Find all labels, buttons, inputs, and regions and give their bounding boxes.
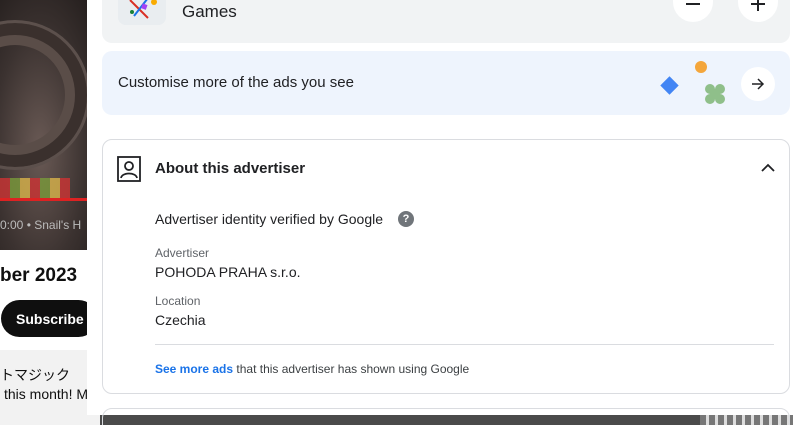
games-topic-card: Games [102, 0, 790, 43]
increase-games-button[interactable] [738, 0, 778, 22]
identity-verified-text: Advertiser identity verified by Google [155, 211, 383, 227]
turntable-disc [0, 20, 90, 170]
games-label: Games [182, 2, 237, 21]
see-more-ads-link[interactable]: See more ads [155, 362, 233, 376]
help-icon[interactable]: ? [398, 211, 414, 227]
arrow-right-icon [752, 78, 765, 90]
video-description[interactable]: トマジック this month! M [0, 350, 100, 425]
background-video-thumbnail[interactable] [0, 0, 100, 250]
about-advertiser-card: About this advertiser Advertiser identit… [102, 139, 790, 394]
video-progress-bar[interactable] [0, 198, 100, 201]
description-line-2: this month! M [4, 386, 89, 402]
subscribe-button[interactable]: Subscribe [1, 300, 97, 337]
games-thumbnail-icon [118, 0, 166, 25]
chevron-up-icon[interactable] [760, 160, 776, 176]
video-title-fragment: ber 2023 [0, 265, 78, 286]
decorative-shapes-icon [660, 61, 725, 104]
decrease-games-button[interactable] [673, 0, 713, 22]
customise-ads-arrow-button[interactable] [741, 67, 775, 101]
next-card-edge [102, 408, 790, 425]
page: 0:00 • Snail's H ber 2023 Subscribe トマジッ… [0, 0, 793, 425]
see-more-ads-text: See more ads that this advertiser has sh… [155, 362, 469, 376]
about-advertiser-title[interactable]: About this advertiser [155, 160, 305, 177]
video-stickers [0, 178, 70, 198]
location-label: Location [155, 294, 201, 308]
see-more-ads-rest: that this advertiser has shown using Goo… [236, 362, 470, 376]
divider [155, 344, 774, 345]
advertiser-value: POHODA PRAHA s.r.o. [155, 264, 301, 280]
description-line-1: トマジック [0, 367, 70, 383]
customise-ads-card[interactable]: Customise more of the ads you see [102, 51, 790, 115]
customise-ads-label: Customise more of the ads you see [118, 74, 354, 91]
minus-icon [686, 3, 700, 5]
advertiser-label: Advertiser [155, 246, 210, 260]
video-meta-text: 0:00 • Snail's H [0, 218, 82, 232]
plus-icon [751, 0, 765, 11]
person-badge-icon [117, 156, 141, 182]
location-value: Czechia [155, 312, 206, 328]
ad-settings-panel: Games Customise more of the ads you see [87, 0, 793, 425]
